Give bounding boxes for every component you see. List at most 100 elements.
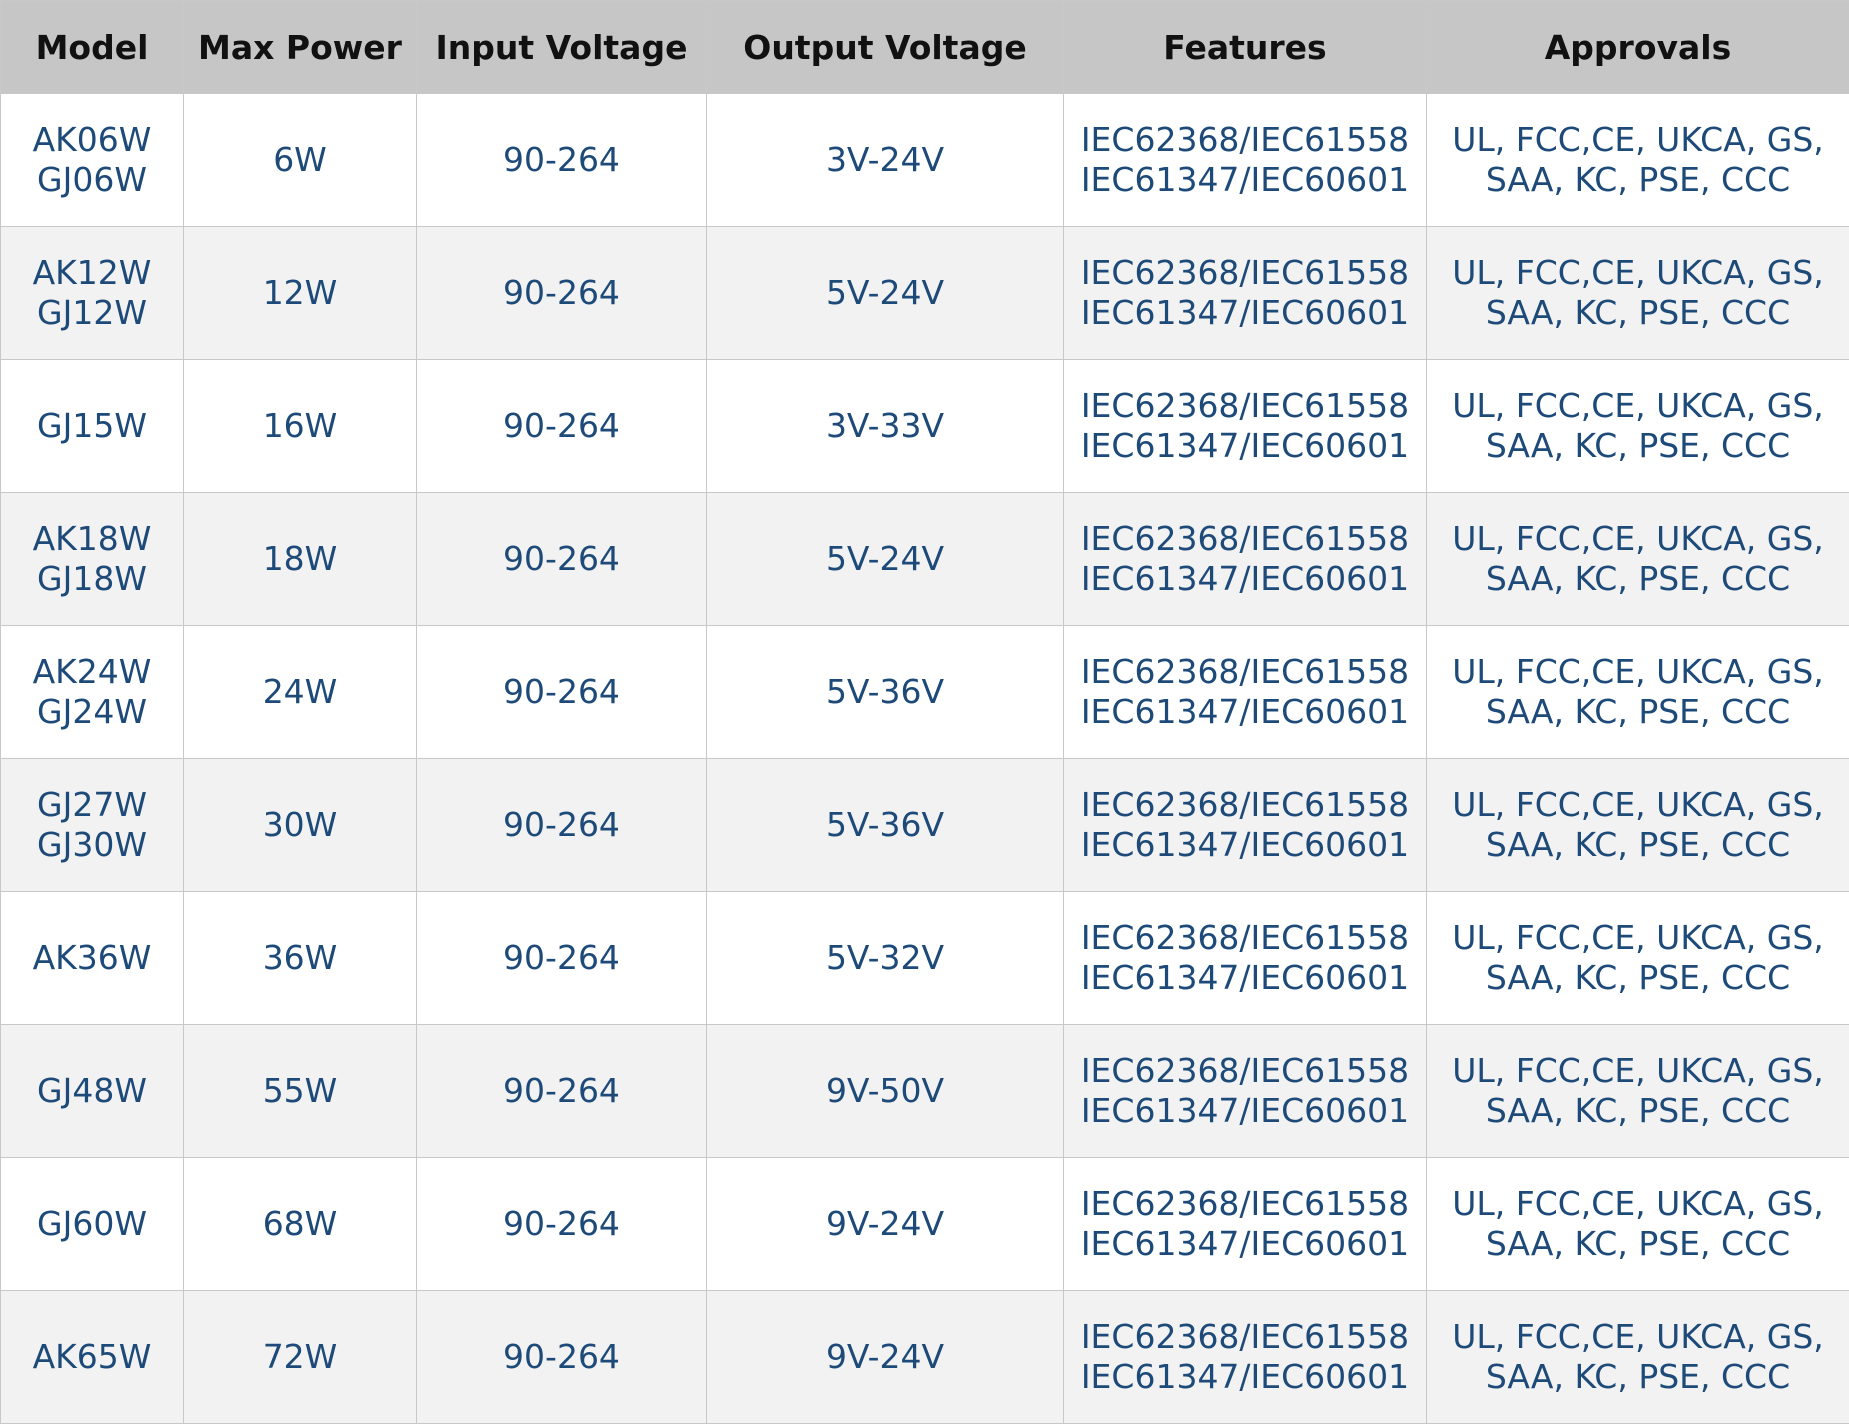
cell-model-line: AK65W (32, 1337, 152, 1376)
cell-model-line: GJ06W (37, 160, 147, 199)
cell-approvals-line: SAA, KC, PSE, CCC (1485, 692, 1791, 731)
cell-approvals-line: UL, FCC,CE, UKCA, GS, (1452, 1051, 1824, 1090)
cell-features-line: IEC61347/IEC60601 (1080, 160, 1410, 199)
cell-model: GJ27W GJ30W (0, 758, 184, 892)
cell-output-voltage: 9V-50V (706, 1024, 1064, 1158)
cell-approvals: UL, FCC,CE, UKCA, GS, SAA, KC, PSE, CCC (1426, 758, 1849, 892)
cell-model-line: GJ27W (37, 785, 147, 824)
cell-model-line: AK18W (32, 519, 152, 558)
cell-output-voltage: 5V-32V (706, 891, 1064, 1025)
cell-model-line: AK12W (32, 253, 152, 292)
cell-features-line: IEC62368/IEC61558 (1080, 386, 1410, 425)
cell-approvals-line: UL, FCC,CE, UKCA, GS, (1452, 1317, 1824, 1356)
cell-approvals: UL, FCC,CE, UKCA, GS, SAA, KC, PSE, CCC (1426, 891, 1849, 1025)
cell-features-line: IEC62368/IEC61558 (1080, 253, 1410, 292)
cell-input-voltage: 90-264 (416, 758, 707, 892)
table-row: GJ48W 55W 90-264 9V-50V IEC62368/IEC61558 IEC… (0, 1024, 1849, 1158)
cell-model-line: GJ24W (37, 692, 147, 731)
cell-output-voltage: 5V-36V (706, 758, 1064, 892)
cell-max-power: 12W (183, 226, 417, 360)
cell-approvals-line: SAA, KC, PSE, CCC (1485, 825, 1791, 864)
cell-features-line: IEC61347/IEC60601 (1080, 692, 1410, 731)
cell-features-line: IEC61347/IEC60601 (1080, 559, 1410, 598)
cell-features-line: IEC61347/IEC60601 (1080, 1224, 1410, 1263)
header-output-voltage: Output Voltage (706, 0, 1064, 94)
cell-input-voltage: 90-264 (416, 226, 707, 360)
cell-features-line: IEC62368/IEC61558 (1080, 918, 1410, 957)
cell-model: GJ15W (0, 359, 184, 493)
cell-approvals: UL, FCC,CE, UKCA, GS, SAA, KC, PSE, CCC (1426, 1290, 1849, 1424)
cell-input-voltage: 90-264 (416, 359, 707, 493)
cell-approvals-line: SAA, KC, PSE, CCC (1485, 559, 1791, 598)
cell-features: IEC62368/IEC61558 IEC61347/IEC60601 (1063, 226, 1427, 360)
cell-max-power: 55W (183, 1024, 417, 1158)
cell-approvals: UL, FCC,CE, UKCA, GS, SAA, KC, PSE, CCC (1426, 226, 1849, 360)
table-row: AK65W 72W 90-264 9V-24V IEC62368/IEC61558 IEC… (0, 1290, 1849, 1424)
table-row: AK18W GJ18W 18W 90-264 5V-24V IEC62368/IEC615… (0, 492, 1849, 626)
cell-model-line: GJ48W (37, 1071, 147, 1110)
header-input-voltage: Input Voltage (416, 0, 707, 94)
cell-max-power: 72W (183, 1290, 417, 1424)
cell-model-line: GJ60W (37, 1204, 147, 1243)
cell-max-power: 6W (183, 93, 417, 227)
header-model: Model (0, 0, 184, 94)
table-row: AK12W GJ12W 12W 90-264 5V-24V IEC62368/IEC615… (0, 226, 1849, 360)
cell-approvals-line: SAA, KC, PSE, CCC (1485, 160, 1791, 199)
cell-max-power: 18W (183, 492, 417, 626)
cell-features-line: IEC61347/IEC60601 (1080, 825, 1410, 864)
cell-max-power: 16W (183, 359, 417, 493)
cell-features-line: IEC62368/IEC61558 (1080, 1051, 1410, 1090)
power-supply-spec-table: Model Max Power Input Voltage Output Vol… (0, 0, 1849, 1424)
cell-approvals-line: SAA, KC, PSE, CCC (1485, 1091, 1791, 1130)
cell-model: AK36W (0, 891, 184, 1025)
cell-model: GJ60W (0, 1157, 184, 1291)
cell-features-line: IEC62368/IEC61558 (1080, 652, 1410, 691)
cell-model: AK65W (0, 1290, 184, 1424)
cell-features: IEC62368/IEC61558 IEC61347/IEC60601 (1063, 758, 1427, 892)
cell-model: AK12W GJ12W (0, 226, 184, 360)
cell-features-line: IEC61347/IEC60601 (1080, 1357, 1410, 1396)
header-features: Features (1063, 0, 1427, 94)
cell-approvals-line: UL, FCC,CE, UKCA, GS, (1452, 652, 1824, 691)
cell-model-line: GJ18W (37, 559, 147, 598)
cell-features-line: IEC62368/IEC61558 (1080, 785, 1410, 824)
cell-features: IEC62368/IEC61558 IEC61347/IEC60601 (1063, 625, 1427, 759)
table-body: AK06W GJ06W 6W 90-264 3V-24V IEC62368/IEC6155… (0, 93, 1849, 1424)
cell-approvals: UL, FCC,CE, UKCA, GS, SAA, KC, PSE, CCC (1426, 93, 1849, 227)
cell-approvals: UL, FCC,CE, UKCA, GS, SAA, KC, PSE, CCC (1426, 625, 1849, 759)
cell-model: GJ48W (0, 1024, 184, 1158)
cell-approvals-line: SAA, KC, PSE, CCC (1485, 1224, 1791, 1263)
cell-features: IEC62368/IEC61558 IEC61347/IEC60601 (1063, 1024, 1427, 1158)
cell-input-voltage: 90-264 (416, 1157, 707, 1291)
cell-output-voltage: 5V-24V (706, 226, 1064, 360)
cell-features-line: IEC61347/IEC60601 (1080, 1091, 1410, 1130)
table-row: AK06W GJ06W 6W 90-264 3V-24V IEC62368/IEC6155… (0, 93, 1849, 227)
header-max-power: Max Power (183, 0, 417, 94)
cell-max-power: 24W (183, 625, 417, 759)
cell-approvals: UL, FCC,CE, UKCA, GS, SAA, KC, PSE, CCC (1426, 492, 1849, 626)
cell-approvals-line: UL, FCC,CE, UKCA, GS, (1452, 386, 1824, 425)
cell-approvals-line: SAA, KC, PSE, CCC (1485, 958, 1791, 997)
cell-max-power: 30W (183, 758, 417, 892)
cell-input-voltage: 90-264 (416, 93, 707, 227)
cell-features-line: IEC62368/IEC61558 (1080, 519, 1410, 558)
cell-input-voltage: 90-264 (416, 1290, 707, 1424)
cell-output-voltage: 3V-24V (706, 93, 1064, 227)
cell-features: IEC62368/IEC61558 IEC61347/IEC60601 (1063, 1290, 1427, 1424)
cell-input-voltage: 90-264 (416, 891, 707, 1025)
cell-model: AK24W GJ24W (0, 625, 184, 759)
table-row: AK24W GJ24W 24W 90-264 5V-36V IEC62368/IEC615… (0, 625, 1849, 759)
table-row: GJ27W GJ30W 30W 90-264 5V-36V IEC62368/IEC615… (0, 758, 1849, 892)
cell-approvals: UL, FCC,CE, UKCA, GS, SAA, KC, PSE, CCC (1426, 1157, 1849, 1291)
cell-features-line: IEC61347/IEC60601 (1080, 426, 1410, 465)
cell-features: IEC62368/IEC61558 IEC61347/IEC60601 (1063, 93, 1427, 227)
cell-features: IEC62368/IEC61558 IEC61347/IEC60601 (1063, 359, 1427, 493)
cell-output-voltage: 5V-36V (706, 625, 1064, 759)
cell-features-line: IEC62368/IEC61558 (1080, 120, 1410, 159)
cell-output-voltage: 9V-24V (706, 1157, 1064, 1291)
cell-model-line: AK06W (32, 120, 152, 159)
cell-approvals-line: SAA, KC, PSE, CCC (1485, 1357, 1791, 1396)
cell-approvals-line: UL, FCC,CE, UKCA, GS, (1452, 120, 1824, 159)
cell-output-voltage: 5V-24V (706, 492, 1064, 626)
cell-features-line: IEC62368/IEC61558 (1080, 1184, 1410, 1223)
